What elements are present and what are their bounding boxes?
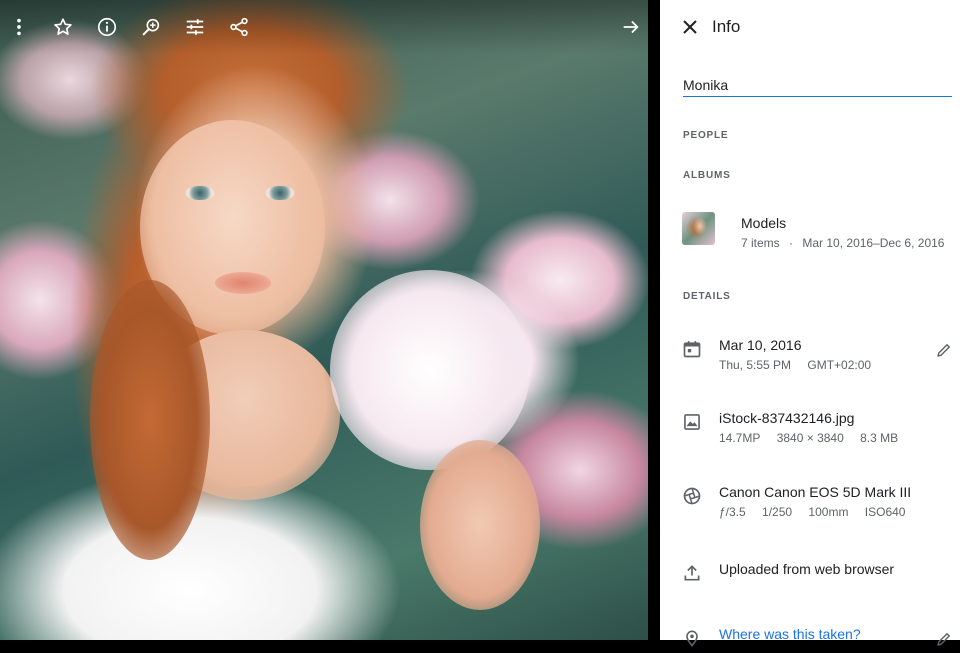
album-thumbnail (682, 212, 715, 245)
photo-eye-right (265, 186, 295, 200)
album-count: 7 items (741, 236, 780, 250)
location-pin-icon (682, 628, 706, 652)
panel-title: Info (712, 17, 741, 36)
close-icon[interactable] (678, 15, 702, 39)
share-icon[interactable] (226, 14, 252, 40)
album-separator: · (789, 236, 794, 250)
photo-viewer (0, 0, 648, 640)
star-icon[interactable] (50, 14, 76, 40)
albums-section-label: ALBUMS (683, 170, 731, 181)
more-vert-icon[interactable] (6, 14, 32, 40)
album-date-range: Mar 10, 2016–Dec 6, 2016 (802, 236, 945, 250)
aperture-icon (682, 486, 706, 510)
info-icon[interactable] (94, 14, 120, 40)
file-meta: 14.7MP 3840 × 3840 8.3 MB (719, 431, 911, 445)
image-icon (682, 412, 706, 436)
photo-eye-left (185, 186, 215, 200)
photo-braid (90, 280, 210, 560)
details-section-label: DETAILS (683, 291, 731, 302)
file-size: 8.3 MB (860, 431, 899, 445)
album-name: Models (741, 215, 787, 231)
camera-aperture: ƒ/3.5 (719, 505, 746, 519)
viewer-toolbar (0, 0, 648, 54)
upload-row: Uploaded from web browser (682, 561, 957, 585)
upload-source: Uploaded from web browser (719, 561, 895, 577)
photo-flower (330, 270, 530, 470)
arrow-forward-icon[interactable] (618, 14, 644, 40)
file-name: iStock-837432146.jpg (719, 410, 855, 426)
people-section-label: PEOPLE (683, 130, 729, 141)
location-row: Where was this taken? (682, 626, 957, 650)
photo-hand (420, 440, 540, 610)
tune-icon[interactable] (182, 14, 208, 40)
camera-settings: ƒ/3.5 1/250 100mm ISO640 (719, 505, 918, 519)
photo-date: Mar 10, 2016 (719, 337, 802, 353)
date-row: Mar 10, 2016 Thu, 5:55 PM GMT+02:00 (682, 337, 957, 377)
file-megapixels: 14.7MP (719, 431, 761, 445)
album-item[interactable]: Models 7 items · Mar 10, 2016–Dec 6, 201… (682, 210, 952, 256)
camera-shutter: 1/250 (762, 505, 793, 519)
album-meta: 7 items · Mar 10, 2016–Dec 6, 2016 (741, 236, 953, 250)
camera-model: Canon Canon EOS 5D Mark III (719, 484, 912, 500)
file-row: iStock-837432146.jpg 14.7MP 3840 × 3840 … (682, 410, 957, 450)
info-panel: Info PEOPLE ALBUMS Models 7 items · Mar … (660, 0, 960, 647)
upload-icon (682, 563, 706, 587)
camera-iso: ISO640 (864, 505, 906, 519)
timezone-value: GMT+02:00 (807, 358, 872, 372)
edit-location-icon[interactable] (935, 630, 953, 648)
time-value: Thu, 5:55 PM (719, 358, 792, 372)
photo-lips (215, 272, 271, 294)
camera-focal-length: 100mm (808, 505, 849, 519)
camera-row: Canon Canon EOS 5D Mark III ƒ/3.5 1/250 … (682, 484, 957, 524)
description-input[interactable] (683, 74, 952, 97)
edit-date-icon[interactable] (935, 341, 953, 359)
file-resolution: 3840 × 3840 (776, 431, 844, 445)
calendar-icon (682, 339, 706, 363)
zoom-icon[interactable] (138, 14, 164, 40)
photo-time: Thu, 5:55 PM GMT+02:00 (719, 358, 884, 372)
